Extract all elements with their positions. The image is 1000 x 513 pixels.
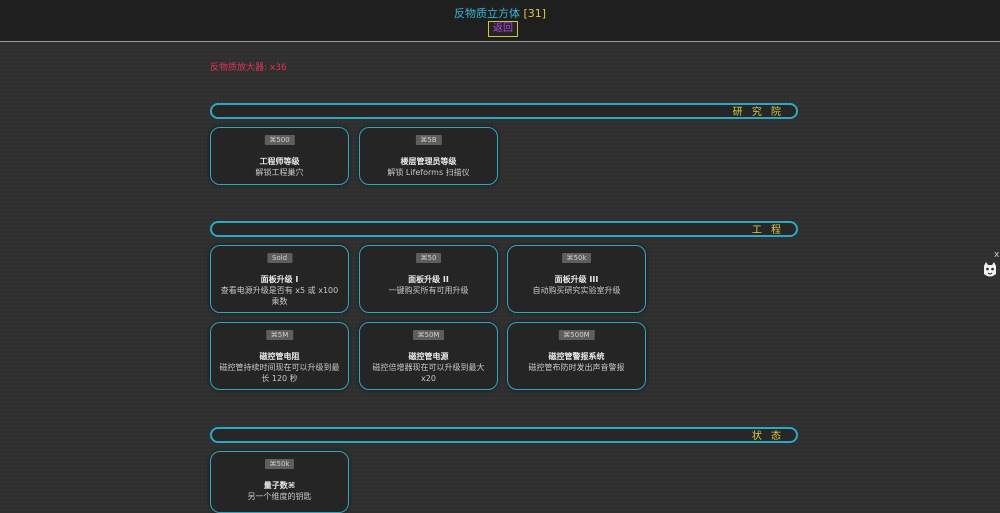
card-name: 面板升级 III — [554, 275, 599, 284]
upgrade-card[interactable]: ⌘500 工程师等级 解锁工程巢穴 — [210, 127, 349, 185]
section-header-engineering: 工 程 — [210, 221, 798, 237]
top-bar: 反物质立方体 [31] 返回 — [0, 0, 1000, 42]
card-name: 磁控管警报系统 — [548, 352, 605, 361]
price-badge: ⌘50k — [264, 459, 295, 469]
section-header-status: 状 态 — [210, 427, 798, 443]
card-desc: 自动购买研究实验室升级 — [532, 286, 621, 295]
card-name: 面板升级 II — [408, 275, 449, 284]
upgrade-card[interactable]: ⌘50M 磁控管电源 磁控倍增器现在可以升级到最大 x20 — [359, 322, 498, 390]
section-title: 工 程 — [751, 225, 784, 236]
price-badge: ⌘50k — [561, 253, 592, 263]
section-title: 状 态 — [751, 431, 784, 442]
price-badge: Sold — [266, 253, 293, 263]
title-count: [31] — [523, 7, 547, 20]
section-title: 研 究 院 — [732, 107, 784, 118]
card-name: 面板升级 I — [260, 275, 299, 284]
price-badge: ⌘5B — [415, 135, 442, 145]
card-name: 楼层管理员等级 — [400, 157, 457, 166]
card-name: 工程师等级 — [259, 157, 300, 166]
upgrade-card[interactable]: ⌘5M 磁控管电阻 磁控管持续时间现在可以升级到最长 120 秒 — [210, 322, 349, 390]
card-desc: 解锁工程巢穴 — [255, 168, 304, 177]
close-icon[interactable]: x — [994, 250, 999, 260]
section-header-research: 研 究 院 — [210, 103, 798, 119]
upgrade-card[interactable]: ⌘5B 楼层管理员等级 解锁 Lifeforms 扫描仪 — [359, 127, 498, 185]
amplifier-text: 反物质放大器: x36 — [210, 63, 287, 73]
upgrade-card[interactable]: Sold 面板升级 I 查看电源升级是否有 x5 或 x100 乘数 — [210, 245, 349, 313]
page-title: 反物质立方体 [31] — [0, 5, 1000, 21]
title-text: 反物质立方体 — [453, 7, 520, 20]
card-name: 磁控管电阻 — [259, 352, 300, 361]
card-desc: 磁控管布防时发出声音警报 — [528, 363, 625, 372]
price-badge: ⌘500 — [264, 135, 295, 145]
card-desc: 磁控管持续时间现在可以升级到最长 120 秒 — [219, 363, 340, 383]
cat-face-icon[interactable] — [982, 260, 998, 280]
card-desc: 查看电源升级是否有 x5 或 x100 乘数 — [220, 286, 339, 306]
card-desc: 磁控倍增器现在可以升级到最大 x20 — [372, 363, 485, 383]
price-badge: ⌘5M — [265, 330, 294, 340]
card-desc: 解锁 Lifeforms 扫描仪 — [387, 168, 470, 177]
upgrade-card[interactable]: ⌘50k 量子数⌘ 另一个维度的钥匙 — [210, 451, 349, 513]
upgrade-card[interactable]: ⌘50 面板升级 II 一键购买所有可用升级 — [359, 245, 498, 313]
upgrade-card[interactable]: ⌘500M 磁控管警报系统 磁控管布防时发出声音警报 — [507, 322, 646, 390]
price-badge: ⌘50 — [415, 253, 442, 263]
card-name: 磁控管电源 — [408, 352, 449, 361]
card-desc: 另一个维度的钥匙 — [247, 492, 312, 501]
back-button[interactable]: 返回 — [488, 21, 518, 37]
card-desc: 一键购买所有可用升级 — [388, 286, 469, 295]
upgrade-card[interactable]: ⌘50k 面板升级 III 自动购买研究实验室升级 — [507, 245, 646, 313]
price-badge: ⌘500M — [558, 330, 595, 340]
card-name: 量子数⌘ — [263, 481, 296, 490]
price-badge: ⌘50M — [412, 330, 445, 340]
